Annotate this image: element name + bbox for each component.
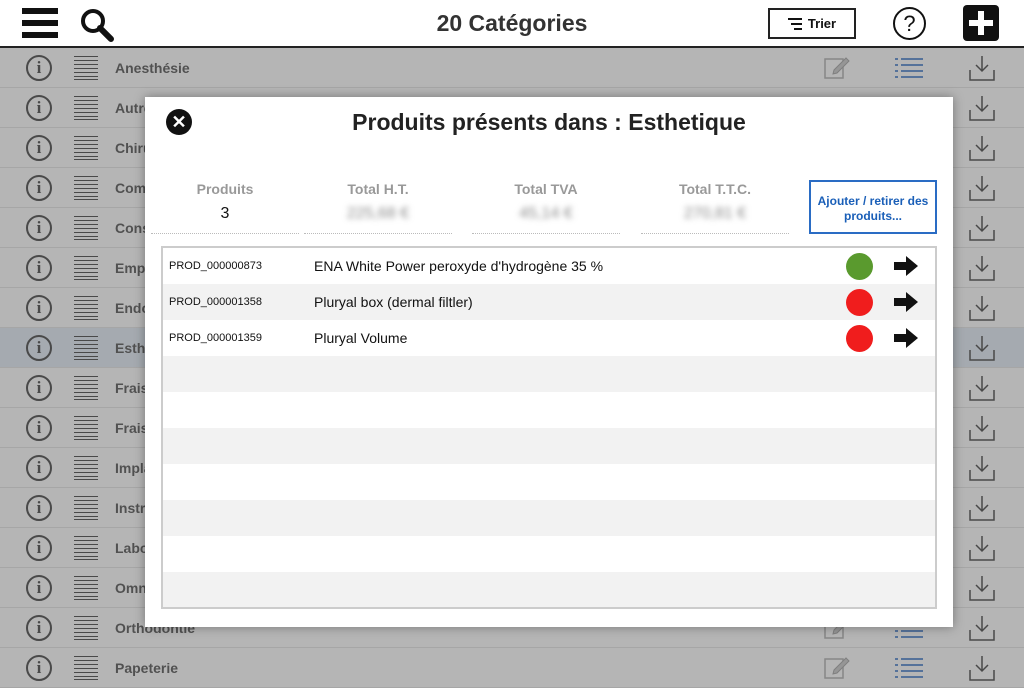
- stat-total-ht: Total H.T. 225,68 €: [304, 181, 452, 234]
- sort-icon: [787, 17, 802, 30]
- table-row[interactable]: PROD_000001359 Pluryal Volume: [163, 320, 935, 356]
- product-code: PROD_000000873: [169, 260, 262, 272]
- stat-total-tva: Total TVA 45,14 €: [472, 181, 620, 234]
- stat-total-ttc: Total T.T.C. 270,81 €: [641, 181, 789, 234]
- stat-total-ttc-label: Total T.T.C.: [678, 181, 752, 197]
- modal-title: Produits présents dans : Esthetique: [352, 109, 746, 135]
- stat-products-label: Produits: [196, 181, 254, 197]
- empty-table-row: [163, 464, 935, 500]
- empty-table-row: [163, 572, 935, 607]
- stat-total-ht-value: 225,68 €: [346, 205, 410, 222]
- help-icon[interactable]: ?: [893, 7, 926, 40]
- stat-total-ht-label: Total H.T.: [347, 181, 409, 197]
- product-name: Pluryal box (dermal filtler): [314, 294, 473, 310]
- top-bar: 20 Catégories Trier ?: [0, 0, 1024, 48]
- empty-table-row: [163, 356, 935, 392]
- sort-label: Trier: [807, 16, 837, 31]
- page-title: 20 Catégories: [436, 10, 588, 36]
- product-code: PROD_000001359: [169, 332, 262, 344]
- status-dot-icon: [846, 253, 873, 280]
- products-modal: ✕ Produits présents dans : Esthetique Pr…: [145, 97, 953, 627]
- arrow-right-icon[interactable]: [893, 327, 919, 349]
- status-dot-icon: [846, 325, 873, 352]
- stat-products: Produits 3: [151, 181, 299, 234]
- add-remove-products-button[interactable]: Ajouter / retirer des produits...: [809, 180, 937, 234]
- table-row[interactable]: PROD_000000873 ENA White Power peroxyde …: [163, 248, 935, 284]
- empty-table-row: [163, 428, 935, 464]
- arrow-right-icon[interactable]: [893, 291, 919, 313]
- stat-total-ttc-value: 270,81 €: [683, 205, 747, 222]
- stat-total-tva-label: Total TVA: [514, 181, 578, 197]
- empty-table-row: [163, 500, 935, 536]
- stat-products-value: 3: [220, 205, 230, 222]
- table-row[interactable]: PROD_000001358 Pluryal box (dermal filtl…: [163, 284, 935, 320]
- product-table: PROD_000000873 ENA White Power peroxyde …: [161, 246, 937, 609]
- product-code: PROD_000001358: [169, 296, 262, 308]
- add-category-button[interactable]: [963, 5, 999, 41]
- stat-total-tva-value: 45,14 €: [519, 205, 573, 222]
- product-name: ENA White Power peroxyde d'hydrogène 35 …: [314, 258, 604, 274]
- arrow-right-icon[interactable]: [893, 255, 919, 277]
- empty-table-row: [163, 536, 935, 572]
- sort-button[interactable]: Trier: [768, 8, 856, 39]
- product-name: Pluryal Volume: [314, 330, 408, 346]
- status-dot-icon: [846, 289, 873, 316]
- empty-table-row: [163, 392, 935, 428]
